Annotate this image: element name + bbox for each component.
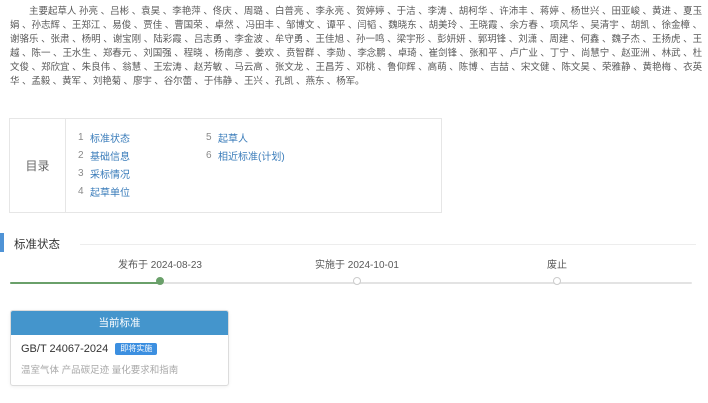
toc-item-label: 标准状态 xyxy=(90,133,130,145)
toc-item-number: 3 xyxy=(78,167,84,179)
toc-item-label: 起草人 xyxy=(218,133,248,145)
toc-column-right: 5 起草人 6 相近标准(计划) xyxy=(206,128,285,212)
timeline-dot-implemented xyxy=(353,277,361,285)
timeline-stage-implemented: 实施于 2024-10-01 xyxy=(272,258,442,285)
toc-item-standard-status[interactable]: 1 标准状态 xyxy=(78,128,206,146)
section-divider-line xyxy=(80,244,696,245)
toc-item-label: 相近标准(计划) xyxy=(218,151,285,163)
card-header: 当前标准 xyxy=(11,311,228,335)
toc-item-label: 基础信息 xyxy=(90,151,130,163)
card-title-row: GB/T 24067-2024 即将实施 xyxy=(21,343,218,355)
toc-item-adoption-status[interactable]: 3 采标情况 xyxy=(78,164,206,182)
section-header-standard-status: 标准状态 xyxy=(0,233,708,253)
standard-name: 温室气体 产品碳足迹 量化要求和指南 xyxy=(21,365,179,376)
toc-box: 目录 1 标准状态 2 基础信息 3 采标情况 4 起草单位 5 起草人 6 相… xyxy=(9,118,442,213)
timeline-stage-label: 实施于 2024-10-01 xyxy=(315,260,399,271)
toc-item-label: 起草单位 xyxy=(90,187,130,199)
toc-columns: 1 标准状态 2 基础信息 3 采标情况 4 起草单位 5 起草人 6 相近标准… xyxy=(66,119,441,212)
toc-item-number: 6 xyxy=(206,149,212,161)
toc-column-left: 1 标准状态 2 基础信息 3 采标情况 4 起草单位 xyxy=(78,128,206,212)
timeline-dot-abolished xyxy=(553,277,561,285)
status-timeline: 发布于 2024-08-23 实施于 2024-10-01 废止 xyxy=(0,258,708,298)
standard-code: GB/T 24067-2024 xyxy=(21,343,109,355)
drafters-paragraph: 主要起草人 孙亮 、吕彬 、袁昊 、李艳萍 、佟庆 、周璐 、白普亮 、李永亮 … xyxy=(10,6,702,87)
standard-detail-page: 主要起草人 孙亮 、吕彬 、袁昊 、李艳萍 、佟庆 、周璐 、白普亮 、李永亮 … xyxy=(0,0,708,403)
toc-heading: 目录 xyxy=(10,119,66,212)
timeline-stage-label: 发布于 2024-08-23 xyxy=(118,260,202,271)
toc-item-label: 采标情况 xyxy=(90,169,130,181)
toc-item-drafting-units[interactable]: 4 起草单位 xyxy=(78,182,206,200)
card-body: GB/T 24067-2024 即将实施 温室气体 产品碳足迹 量化要求和指南 xyxy=(11,335,228,376)
status-badge: 即将实施 xyxy=(115,343,158,355)
section-accent-bar xyxy=(0,233,4,252)
section-title: 标准状态 xyxy=(14,239,60,251)
current-standard-card[interactable]: 当前标准 GB/T 24067-2024 即将实施 温室气体 产品碳足迹 量化要… xyxy=(10,310,229,386)
toc-item-number: 2 xyxy=(78,149,84,161)
timeline-stage-abolished: 废止 xyxy=(472,258,642,285)
toc-item-number: 4 xyxy=(78,185,84,197)
toc-item-similar-standards[interactable]: 6 相近标准(计划) xyxy=(206,146,285,164)
toc-item-basic-info[interactable]: 2 基础信息 xyxy=(78,146,206,164)
timeline-stage-published: 发布于 2024-08-23 xyxy=(75,258,245,285)
toc-item-number: 1 xyxy=(78,131,84,143)
timeline-dot-published xyxy=(156,277,164,285)
toc-item-number: 5 xyxy=(206,131,212,143)
timeline-stage-label: 废止 xyxy=(547,260,567,271)
toc-item-drafters[interactable]: 5 起草人 xyxy=(206,128,285,146)
